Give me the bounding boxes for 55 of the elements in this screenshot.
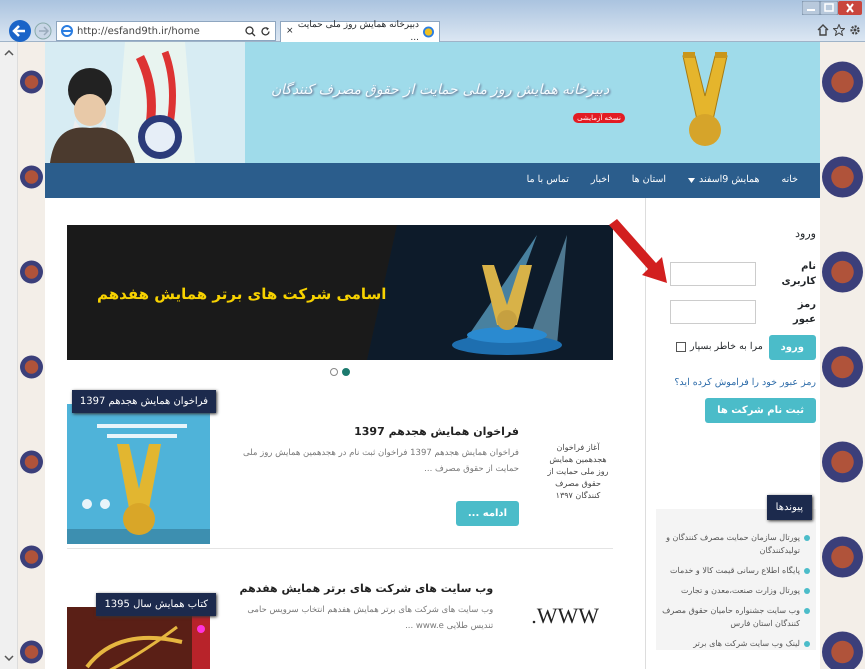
- link-item[interactable]: پایگاه اطلاع رسانی قیمت کالا و خدمات: [670, 564, 800, 577]
- nav-link[interactable]: تماس با ما: [526, 173, 569, 188]
- input-field[interactable]: [670, 262, 756, 286]
- scroll-down-icon[interactable]: [4, 655, 14, 661]
- checkbox-icon[interactable]: [676, 342, 686, 352]
- settings-icon[interactable]: [849, 24, 861, 36]
- address-bar[interactable]: http://esfand9th.ir/home: [56, 21, 276, 41]
- back-icon[interactable]: [8, 19, 32, 43]
- field-label: رمز عبور: [792, 298, 816, 326]
- tab-title: دبیرخانه همایش روز ملی حمایت ...: [298, 18, 419, 45]
- nav-link[interactable]: خانه: [781, 173, 798, 188]
- thumbnail-text: WWW.: [530, 603, 600, 630]
- browser-logo-icon: [423, 26, 434, 38]
- link-item[interactable]: وب سایت جشنواره حامیان حقوق مصرف کنندگان استان فارس: [662, 604, 800, 630]
- link-item[interactable]: پورتال وزارت صنعت،معدن و تجارت: [680, 584, 800, 597]
- site-title: دبیرخانه همایش روز ملی حمایت از حقوق مصرف کنندگان: [271, 80, 609, 100]
- nav-link[interactable]: اخبار: [590, 173, 610, 188]
- scrollbar[interactable]: [0, 42, 18, 669]
- search-icon[interactable]: [245, 26, 256, 36]
- home-icon[interactable]: [817, 24, 829, 36]
- bullet-icon: [804, 534, 810, 541]
- bullet-icon: [804, 568, 810, 574]
- links-heading: پیوندها: [766, 494, 812, 520]
- login-heading: ورود: [794, 226, 816, 242]
- nav-link[interactable]: استان ها: [632, 173, 666, 188]
- address-text: http://esfand9th.ir/home: [77, 24, 201, 38]
- browser-tab[interactable]: دبیرخانه همایش روز ملی حمایت ... ×: [280, 21, 440, 42]
- featured-label: فراخوان همایش هجدهم 1397: [72, 390, 216, 413]
- post-title[interactable]: وب سایت های شرکت های برتر همایش هفدهم: [234, 581, 494, 598]
- slider-caption: اسامی شرکت های برتر همایش هفدهم: [97, 284, 386, 305]
- remember-checkbox[interactable]: مرا به خاطر بسپار: [676, 340, 763, 354]
- bullet-icon: [804, 588, 810, 594]
- slider-dot[interactable]: [342, 368, 350, 376]
- field-label: نام کاربری: [780, 260, 816, 288]
- post-excerpt: فراخوان همایش هجدهم 1397 فراخوان ثبت نام در هجدهمین همایش روز ملی حمایت از حقوق مصرف ...: [242, 446, 519, 476]
- featured-label: کتاب همایش سال 1395: [96, 593, 216, 616]
- close-tab-button[interactable]: ×: [286, 25, 294, 39]
- maximize-icon[interactable]: [820, 1, 838, 15]
- star-icon[interactable]: [833, 24, 845, 36]
- link-item[interactable]: لینک وب سایت شرکت های برتر: [693, 636, 800, 650]
- link-item[interactable]: پورتال سازمان حمایت مصرف کنندگان و تولیدکنندگان: [662, 530, 800, 557]
- thumbnail-text: آغاز فراخوان هجدهمین همایش روز ملی حمایت از حقوق مصرف کنندگان ۱۳۹۷: [546, 442, 610, 502]
- browser-logo-icon: [61, 25, 73, 37]
- minimize-icon[interactable]: [802, 1, 820, 15]
- nav-link[interactable]: همایش 9اسفند: [688, 173, 760, 188]
- slider-dot[interactable]: [330, 368, 338, 376]
- scroll-up-icon[interactable]: [4, 50, 14, 56]
- post-title[interactable]: فراخوان همایش هجدهم 1397: [234, 424, 519, 440]
- bullet-icon: [804, 640, 810, 647]
- post-excerpt: وب سایت های شرکت های برتر همایش هفدهم انتخاب سرویس حامی تندیس طلایی www.e ...: [246, 604, 494, 632]
- refresh-icon[interactable]: [260, 26, 271, 36]
- forgot-password-link[interactable]: رمز عبور خود را فراموش کرده اید؟: [670, 376, 816, 390]
- bullet-icon: [804, 608, 810, 614]
- input-field[interactable]: [670, 300, 756, 324]
- close-icon[interactable]: [838, 1, 862, 15]
